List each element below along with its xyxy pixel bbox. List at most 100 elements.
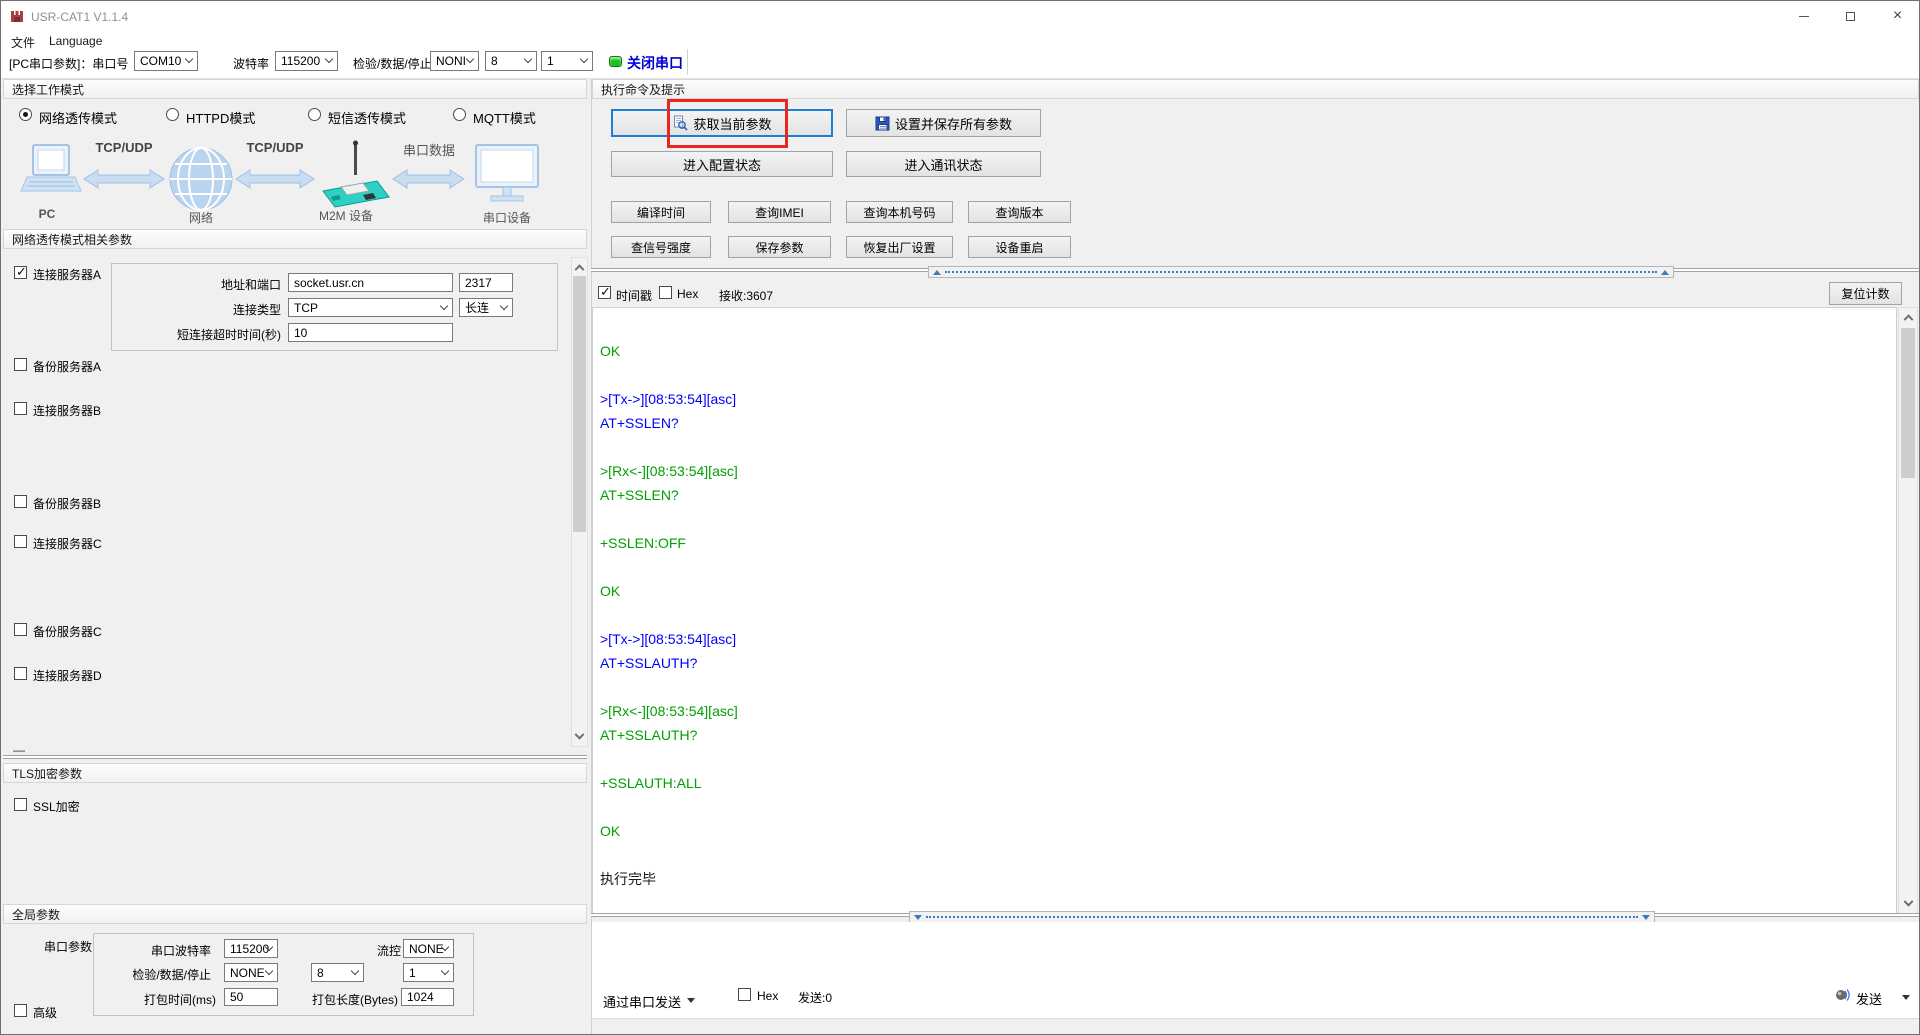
query-imei-button[interactable]: 查询IMEI bbox=[728, 201, 831, 223]
send-dropdown-arrow-icon[interactable] bbox=[1902, 995, 1910, 1000]
scroll-down-icon[interactable] bbox=[1899, 896, 1917, 913]
pc-serial-label: [PC串口参数]：串口号 bbox=[9, 57, 129, 71]
scroll-up-icon[interactable] bbox=[572, 258, 587, 275]
menu-language[interactable]: Language bbox=[45, 32, 106, 50]
enter-comm-label: 进入通讯状态 bbox=[904, 157, 983, 173]
app-window: USR-CAT1 V1.1.4 × 文件 Language [PC串口参数]：串… bbox=[0, 0, 1920, 1035]
pack-len-value: 1024 bbox=[407, 990, 434, 1004]
server-d-checkbox[interactable] bbox=[14, 667, 27, 680]
send-button[interactable]: 发送 bbox=[1856, 989, 1882, 1008]
server-b-checkbox[interactable] bbox=[14, 402, 27, 415]
maximize-button[interactable] bbox=[1827, 1, 1874, 31]
radio-httpd[interactable] bbox=[166, 108, 179, 121]
server-a-checkbox[interactable] bbox=[14, 264, 27, 280]
log-scrollbar[interactable] bbox=[1898, 307, 1918, 914]
ssl-checkbox[interactable] bbox=[14, 798, 27, 811]
scrollbar-thumb[interactable] bbox=[1901, 328, 1915, 478]
backup-server-b-checkbox[interactable] bbox=[14, 495, 27, 508]
received-count: 接收:3607 bbox=[719, 289, 774, 303]
dropdown-arrow-icon[interactable] bbox=[687, 998, 695, 1003]
save-params-label: 保存参数 bbox=[755, 240, 804, 255]
triangle-up-icon bbox=[1661, 269, 1669, 275]
query-number-button[interactable]: 查询本机号码 bbox=[846, 201, 953, 223]
compile-time-label: 编译时间 bbox=[636, 205, 685, 220]
parity-select[interactable]: NONI bbox=[430, 51, 479, 71]
menu-file[interactable]: 文件 bbox=[7, 32, 39, 53]
flow-select[interactable]: NONE bbox=[403, 939, 454, 958]
chevron-down-icon bbox=[184, 54, 194, 64]
log-line: >[Tx->][08:53:54][asc] bbox=[600, 631, 737, 647]
stopbits-select[interactable]: 1 bbox=[541, 51, 593, 71]
stopbits-value: 1 bbox=[547, 54, 554, 68]
port-input[interactable]: 2317 bbox=[459, 273, 513, 292]
log-line: AT+SSLAUTH? bbox=[600, 655, 698, 671]
backup-server-a-checkbox[interactable] bbox=[14, 358, 27, 371]
advanced-label: 高级 bbox=[33, 1006, 58, 1020]
backup-server-c-label: 备份服务器C bbox=[33, 625, 102, 639]
pack-time-input[interactable]: 50 bbox=[224, 988, 278, 1006]
log-splitter-grip[interactable] bbox=[928, 266, 1674, 278]
section-splitter[interactable] bbox=[3, 755, 587, 759]
close-icon: × bbox=[1892, 7, 1903, 24]
databits-select[interactable]: 8 bbox=[485, 51, 537, 71]
query-signal-button[interactable]: 查信号强度 bbox=[611, 236, 711, 258]
advanced-checkbox[interactable] bbox=[14, 1004, 27, 1017]
serial-group-label: 串口参数 bbox=[44, 940, 93, 954]
enter-comm-button[interactable]: 进入通讯状态 bbox=[846, 151, 1041, 177]
keepalive-select[interactable]: 长连 bbox=[459, 298, 513, 317]
hex-recv-checkbox[interactable] bbox=[659, 286, 672, 299]
triangle-down-icon bbox=[914, 914, 922, 920]
close-port-button[interactable]: 关闭串口 bbox=[627, 53, 683, 73]
device-restart-button[interactable]: 设备重启 bbox=[968, 236, 1071, 258]
factory-reset-button[interactable]: 恢复出厂设置 bbox=[846, 236, 953, 258]
hex-send-checkbox[interactable] bbox=[738, 988, 751, 1001]
left-panel-scrollbar[interactable] bbox=[571, 257, 588, 747]
timeout-input[interactable]: 10 bbox=[288, 323, 453, 342]
compile-time-button[interactable]: 编译时间 bbox=[611, 201, 711, 223]
backup-server-c-checkbox[interactable] bbox=[14, 623, 27, 636]
log-output[interactable]: OK >[Tx->][08:53:54][asc] AT+SSLEN? >[Rx<… bbox=[592, 307, 1897, 914]
radio-mqtt[interactable] bbox=[453, 108, 466, 121]
close-button[interactable]: × bbox=[1874, 1, 1919, 31]
com-port-select[interactable]: COM10 bbox=[134, 51, 198, 71]
serial-stopbits-select[interactable]: 1 bbox=[403, 963, 454, 982]
log-line: AT+SSLEN? bbox=[600, 487, 679, 503]
server-a-label: 连接服务器A bbox=[33, 268, 102, 282]
timeout-value: 10 bbox=[294, 325, 308, 340]
serial-databits-value: 8 bbox=[317, 965, 324, 980]
arrow-icon bbox=[392, 169, 465, 189]
chevron-down-icon bbox=[440, 966, 450, 975]
serial-parity-select[interactable]: NONE bbox=[224, 963, 278, 982]
server-c-checkbox[interactable] bbox=[14, 535, 27, 548]
send-input-area[interactable] bbox=[592, 922, 1919, 1018]
enter-config-button[interactable]: 进入配置状态 bbox=[611, 151, 833, 177]
radio-sms[interactable] bbox=[308, 108, 321, 121]
log-line: AT+SSLEN? bbox=[600, 415, 679, 431]
reset-counter-button[interactable]: 复位计数 bbox=[1829, 282, 1902, 305]
scrollbar-thumb[interactable] bbox=[573, 276, 586, 532]
radio-net-transparent[interactable] bbox=[19, 108, 32, 121]
save-params-button[interactable]: 保存参数 bbox=[728, 236, 831, 258]
scroll-down-icon[interactable] bbox=[572, 729, 587, 746]
serial-baud-select[interactable]: 115200 bbox=[224, 939, 278, 958]
pack-len-input[interactable]: 1024 bbox=[401, 988, 454, 1006]
radio-net-transparent-label: 网络透传模式 bbox=[39, 111, 118, 126]
send-via-dropdown[interactable]: 通过串口发送 bbox=[603, 992, 681, 1011]
minimize-button[interactable] bbox=[1780, 1, 1827, 31]
send-horn-icon bbox=[1834, 986, 1850, 1002]
conn-type-select[interactable]: TCP bbox=[288, 298, 453, 317]
reset-counter-label: 复位计数 bbox=[1841, 287, 1890, 301]
serial-databits-select[interactable]: 8 bbox=[311, 963, 364, 982]
scroll-up-icon[interactable] bbox=[1899, 308, 1917, 325]
query-signal-label: 查信号强度 bbox=[630, 240, 691, 255]
timestamp-checkbox[interactable] bbox=[598, 284, 611, 300]
query-version-button[interactable]: 查询版本 bbox=[968, 201, 1071, 223]
set-save-button[interactable]: 设置并保存所有参数 bbox=[846, 109, 1041, 137]
addr-input[interactable]: socket.usr.cn bbox=[288, 273, 453, 292]
floppy-icon bbox=[875, 116, 890, 130]
baud-select[interactable]: 115200 bbox=[275, 51, 338, 71]
chevron-down-icon bbox=[523, 54, 533, 64]
